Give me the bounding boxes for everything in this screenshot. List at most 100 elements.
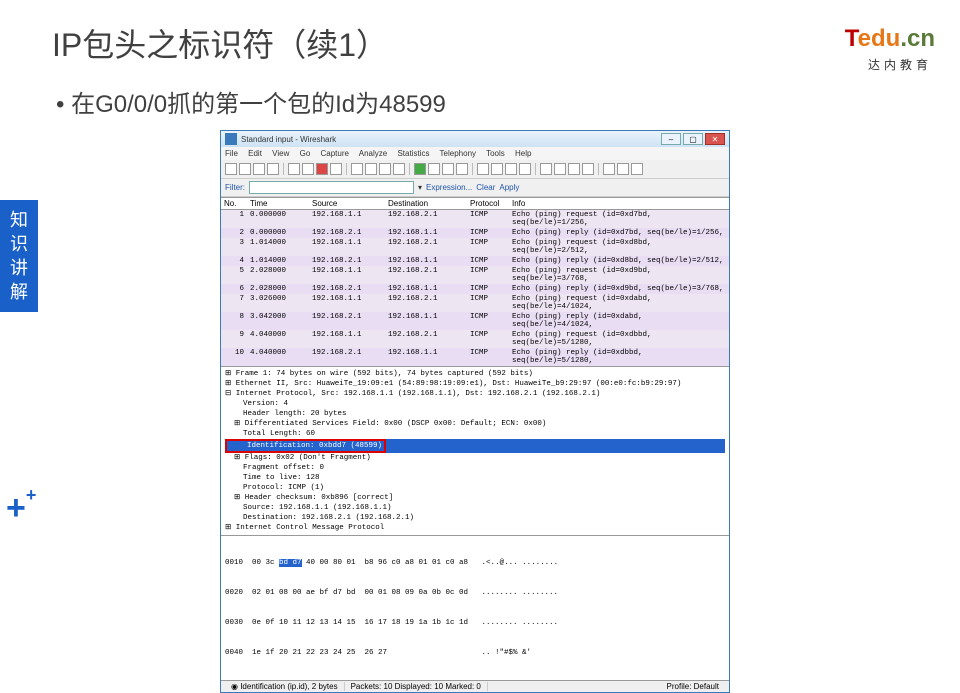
menu-file[interactable]: File: [225, 149, 238, 158]
window-title: Standard input - Wireshark: [241, 135, 336, 144]
menu-go[interactable]: Go: [300, 149, 311, 158]
status-profile: Profile: Default: [661, 682, 725, 691]
detail-line: Protocol: ICMP (1): [225, 483, 725, 493]
packet-list[interactable]: 10.000000192.168.1.1192.168.2.1ICMPEcho …: [221, 210, 729, 366]
menu-statistics[interactable]: Statistics: [397, 149, 429, 158]
toolbar-icon[interactable]: [253, 163, 265, 175]
packet-detail-pane[interactable]: ⊞ Frame 1: 74 bytes on wire (592 bits), …: [221, 366, 729, 535]
status-bar: ◉ Identification (ip.id), 2 bytes Packet…: [221, 680, 729, 692]
apply-button[interactable]: Apply: [499, 183, 519, 192]
packet-row[interactable]: 31.014000192.168.1.1192.168.2.1ICMPEcho …: [221, 238, 729, 256]
packet-row[interactable]: 83.042000192.168.2.1192.168.1.1ICMPEcho …: [221, 312, 729, 330]
col-protocol[interactable]: Protocol: [467, 198, 509, 209]
filter-input[interactable]: [249, 181, 414, 194]
wireshark-icon: [225, 133, 237, 145]
toolbar-icon[interactable]: [491, 163, 503, 175]
toolbar-icon[interactable]: [582, 163, 594, 175]
toolbar-icon[interactable]: [519, 163, 531, 175]
toolbar-icon[interactable]: [302, 163, 314, 175]
packet-row[interactable]: 52.028000192.168.1.1192.168.2.1ICMPEcho …: [221, 266, 729, 284]
packet-row[interactable]: 94.040000192.168.1.1192.168.2.1ICMPEcho …: [221, 330, 729, 348]
col-destination[interactable]: Destination: [385, 198, 467, 209]
packet-row[interactable]: 10.000000192.168.1.1192.168.2.1ICMPEcho …: [221, 210, 729, 228]
detail-line[interactable]: ⊞ Differentiated Services Field: 0x00 (D…: [225, 419, 725, 429]
toolbar-icon[interactable]: [554, 163, 566, 175]
toolbar-icon[interactable]: [365, 163, 377, 175]
hex-row[interactable]: 0020 02 01 08 00 ae bf d7 bd 00 01 08 09…: [225, 588, 725, 598]
col-info[interactable]: Info: [509, 198, 729, 209]
detail-line[interactable]: ⊟ Internet Protocol, Src: 192.168.1.1 (1…: [225, 389, 725, 399]
packet-row[interactable]: 62.028000192.168.2.1192.168.1.1ICMPEcho …: [221, 284, 729, 294]
hex-row[interactable]: 0040 1e 1f 20 21 22 23 24 25 26 27 .. !"…: [225, 648, 725, 658]
go-icon[interactable]: [414, 163, 426, 175]
toolbar-icon[interactable]: [267, 163, 279, 175]
toolbar-icon[interactable]: [379, 163, 391, 175]
brand-logo: Tedu.cn: [845, 25, 935, 53]
expression-button[interactable]: Expression...: [426, 183, 472, 192]
toolbar-icon[interactable]: [288, 163, 300, 175]
clear-button[interactable]: Clear: [476, 183, 495, 192]
toolbar-icon[interactable]: [351, 163, 363, 175]
toolbar-icon[interactable]: [540, 163, 552, 175]
filter-label: Filter:: [225, 183, 245, 192]
hex-row[interactable]: 0010 00 3c bd d7 40 00 80 01 b8 96 c0 a8…: [225, 558, 725, 568]
menu-tools[interactable]: Tools: [486, 149, 505, 158]
toolbar-icon[interactable]: [505, 163, 517, 175]
window-titlebar[interactable]: Standard input - Wireshark – ▢ ✕: [221, 131, 729, 147]
detail-line: Time to live: 128: [225, 473, 725, 483]
hex-row[interactable]: 0030 0e 0f 10 11 12 13 14 15 16 17 18 19…: [225, 618, 725, 628]
menu-view[interactable]: View: [272, 149, 289, 158]
highlight-box: Identification: 0xbdd7 (48599): [225, 439, 386, 453]
sidebar-label: 知识讲解: [0, 200, 38, 312]
minimize-button[interactable]: –: [661, 133, 681, 145]
detail-line: Version: 4: [225, 399, 725, 409]
toolbar-icon[interactable]: [225, 163, 237, 175]
packet-list-header: No. Time Source Destination Protocol Inf…: [221, 197, 729, 210]
packet-row[interactable]: 20.000000192.168.2.1192.168.1.1ICMPEcho …: [221, 228, 729, 238]
menu-help[interactable]: Help: [515, 149, 531, 158]
filter-bar: Filter: ▾ Expression... Clear Apply: [221, 179, 729, 197]
col-time[interactable]: Time: [247, 198, 309, 209]
toolbar-icon[interactable]: [239, 163, 251, 175]
packet-row[interactable]: 73.026000192.168.1.1192.168.2.1ICMPEcho …: [221, 294, 729, 312]
menu-analyze[interactable]: Analyze: [359, 149, 387, 158]
detail-line: Header length: 20 bytes: [225, 409, 725, 419]
detail-line[interactable]: ⊞ Internet Control Message Protocol: [225, 523, 725, 533]
toolbar: [221, 160, 729, 179]
page-title: IP包头之标识符（续1）: [52, 20, 388, 66]
status-field-info: ◉ Identification (ip.id), 2 bytes: [225, 682, 345, 691]
detail-line[interactable]: ⊞ Frame 1: 74 bytes on wire (592 bits), …: [225, 369, 725, 379]
toolbar-icon[interactable]: [568, 163, 580, 175]
toolbar-icon[interactable]: [477, 163, 489, 175]
brand-cn: .cn: [900, 25, 935, 52]
stop-icon[interactable]: [316, 163, 328, 175]
toolbar-icon[interactable]: [428, 163, 440, 175]
menu-capture[interactable]: Capture: [321, 149, 349, 158]
toolbar-icon[interactable]: [603, 163, 615, 175]
col-source[interactable]: Source: [309, 198, 385, 209]
bullet-text: 在G0/0/0抓的第一个包的Id为48599: [56, 84, 446, 119]
col-no[interactable]: No.: [221, 198, 247, 209]
toolbar-icon[interactable]: [617, 163, 629, 175]
detail-line[interactable]: ⊞ Flags: 0x02 (Don't Fragment): [225, 453, 725, 463]
brand-subtitle: 达内教育: [868, 56, 932, 73]
menu-edit[interactable]: Edit: [248, 149, 262, 158]
detail-line[interactable]: ⊞ Header checksum: 0xb896 [correct]: [225, 493, 725, 503]
toolbar-icon[interactable]: [442, 163, 454, 175]
detail-line: Destination: 192.168.2.1 (192.168.2.1): [225, 513, 725, 523]
detail-line[interactable]: ⊞ Ethernet II, Src: HuaweiTe_19:09:e1 (5…: [225, 379, 725, 389]
packet-row[interactable]: 104.040000192.168.2.1192.168.1.1ICMPEcho…: [221, 348, 729, 366]
detail-identification-selected[interactable]: Identification: 0xbdd7 (48599): [225, 439, 725, 453]
menu-telephony[interactable]: Telephony: [440, 149, 476, 158]
toolbar-icon[interactable]: [393, 163, 405, 175]
brand-edu: edu: [858, 25, 901, 52]
maximize-button[interactable]: ▢: [683, 133, 703, 145]
wireshark-window: Standard input - Wireshark – ▢ ✕ File Ed…: [220, 130, 730, 693]
close-button[interactable]: ✕: [705, 133, 725, 145]
hex-pane[interactable]: 0010 00 3c bd d7 40 00 80 01 b8 96 c0 a8…: [221, 535, 729, 680]
toolbar-icon[interactable]: [456, 163, 468, 175]
detail-line: Fragment offset: 0: [225, 463, 725, 473]
packet-row[interactable]: 41.014000192.168.2.1192.168.1.1ICMPEcho …: [221, 256, 729, 266]
toolbar-icon[interactable]: [330, 163, 342, 175]
toolbar-icon[interactable]: [631, 163, 643, 175]
